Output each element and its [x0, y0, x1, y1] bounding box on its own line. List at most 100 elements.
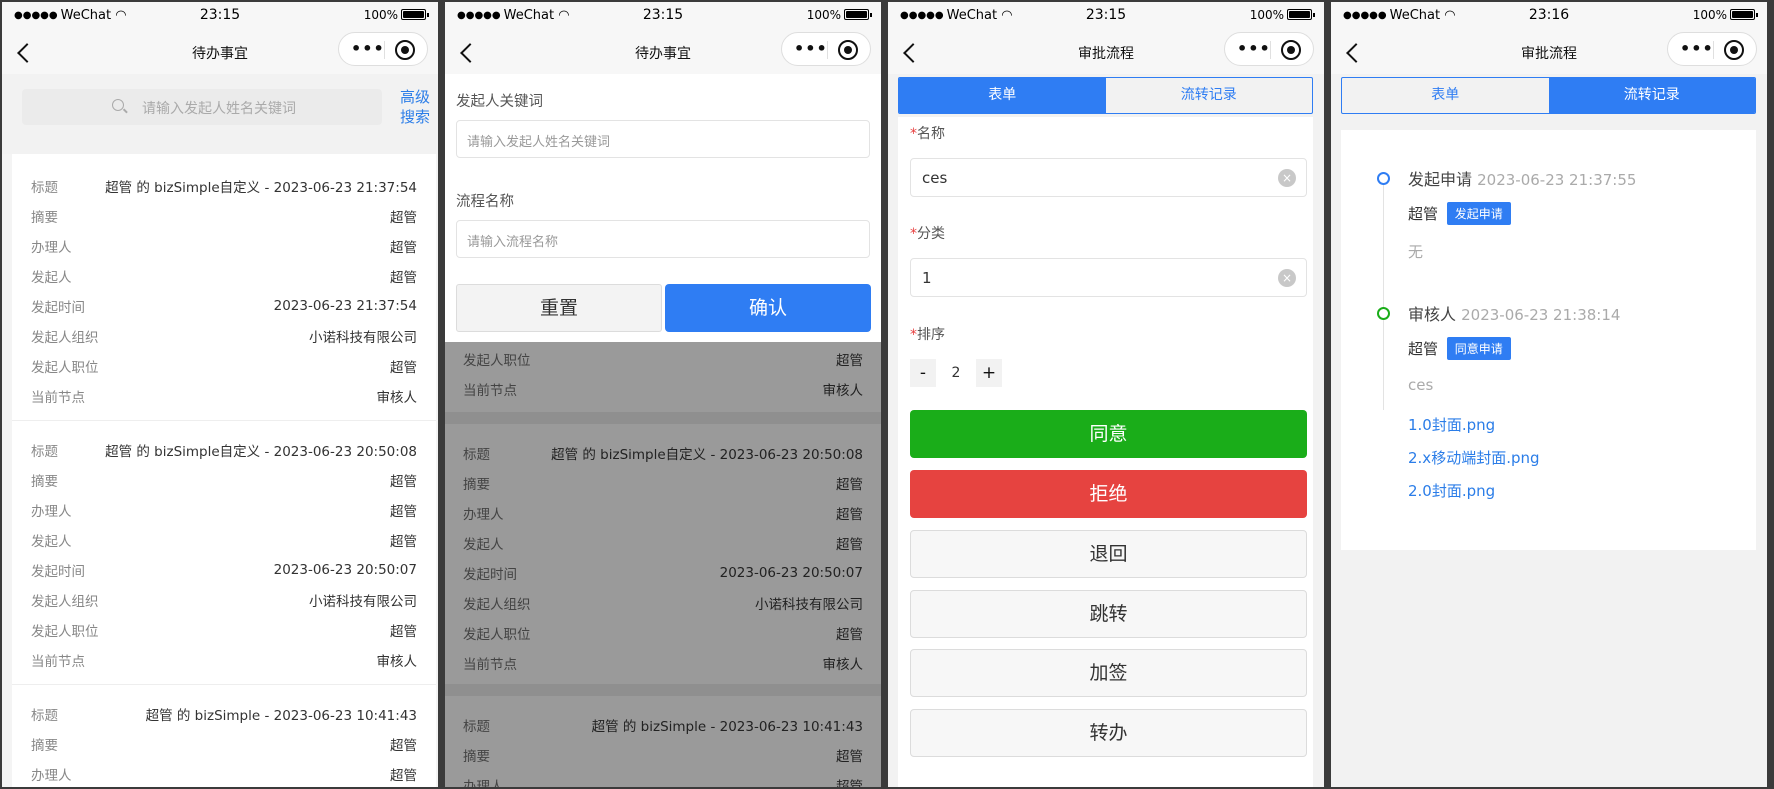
increment-button[interactable]: +	[976, 359, 1002, 387]
timeline-time: 2023-06-23 21:37:55	[1477, 171, 1637, 189]
reject-button[interactable]: 拒绝	[910, 470, 1307, 518]
advanced-search-link[interactable]: 高级搜索	[400, 87, 434, 127]
task-node: 审核人	[376, 654, 418, 670]
timeline-dot-icon	[1377, 172, 1390, 185]
category-label: *分类	[910, 226, 945, 242]
sort-label: *排序	[910, 327, 945, 343]
task-org: 小诺科技有限公司	[309, 594, 417, 610]
task-position: 超管	[390, 360, 417, 376]
nav-bar: 待办事宜 •••	[2, 30, 438, 74]
flow-name-label: 流程名称	[456, 194, 514, 210]
mini-program-capsule: •••	[1667, 32, 1757, 66]
nav-bar: 待办事宜 •••	[445, 30, 881, 74]
task-start-time: 2023-06-23 21:37:54	[273, 298, 417, 314]
task-list: 标题 超管 的 bizSimple自定义 - 2023-06-23 21:37:5…	[12, 154, 436, 787]
task-start-time: 2023-06-23 20:50:07	[719, 565, 863, 581]
field-label: 摘要	[31, 474, 58, 490]
clear-icon[interactable]: ×	[1278, 169, 1296, 187]
attachment-link[interactable]: 1.0封面.png	[1408, 414, 1495, 435]
battery-icon	[401, 9, 429, 20]
more-icon[interactable]: •••	[1680, 39, 1714, 58]
tab-form[interactable]: 表单	[899, 78, 1106, 113]
battery-percent: 100%	[363, 8, 398, 22]
tab-record[interactable]: 流转记录	[1548, 78, 1755, 113]
more-icon[interactable]: •••	[1237, 39, 1271, 58]
add-sign-button[interactable]: 加签	[910, 649, 1307, 697]
attachment-link[interactable]: 2.x移动端封面.png	[1408, 447, 1540, 468]
field-label: 发起时间	[31, 564, 85, 580]
task-position: 超管	[836, 627, 863, 643]
timeline-dot-icon	[1377, 307, 1390, 320]
timeline-node-title: 发起申请 2023-06-23 21:37:55	[1408, 170, 1637, 189]
mini-program-capsule: •••	[1224, 32, 1314, 66]
flow-timeline: 发起申请 2023-06-23 21:37:55 超管 发起申请 无 审核人 2…	[1341, 130, 1756, 550]
search-area: 请输入发起人姓名关键词 高级搜索	[2, 74, 438, 154]
sort-value[interactable]: 2	[936, 359, 976, 387]
jump-button[interactable]: 跳转	[910, 590, 1307, 638]
mini-program-capsule: •••	[338, 32, 428, 66]
task-summary: 超管	[390, 474, 417, 490]
field-label: 摘要	[31, 738, 58, 754]
task-card: 发起人职位 超管 当前节点 审核人	[445, 342, 881, 424]
mini-program-capsule: •••	[781, 32, 871, 66]
field-label: 发起人职位	[463, 353, 531, 369]
field-label: 发起人职位	[463, 627, 531, 643]
task-handler: 超管	[836, 779, 863, 787]
close-mini-program-icon[interactable]	[1724, 40, 1744, 60]
close-mini-program-icon[interactable]	[1281, 40, 1301, 60]
battery-percent: 100%	[1692, 8, 1727, 22]
close-mini-program-icon[interactable]	[838, 40, 858, 60]
required-mark: *	[910, 327, 917, 343]
field-label: 办理人	[31, 504, 72, 520]
tab-form[interactable]: 表单	[1342, 78, 1549, 113]
field-label: 办理人	[463, 779, 504, 787]
task-card[interactable]: 标题 超管 的 bizSimple自定义 - 2023-06-23 21:37:5…	[12, 154, 436, 421]
keyword-input[interactable]: 请输入发起人姓名关键词	[456, 120, 870, 158]
more-icon[interactable]: •••	[794, 39, 828, 58]
return-button[interactable]: 退回	[910, 530, 1307, 578]
transfer-button[interactable]: 转办	[910, 709, 1307, 757]
task-card[interactable]: 标题 超管 的 bizSimple自定义 - 2023-06-23 20:50:0…	[12, 421, 436, 685]
timeline-comment: 无	[1408, 243, 1424, 261]
task-card: 标题 超管 的 bizSimple自定义 - 2023-06-23 20:50:0…	[445, 424, 881, 696]
field-label: 摘要	[31, 210, 58, 226]
field-label: 发起人职位	[31, 360, 99, 376]
timeline-user: 超管 发起申请	[1408, 202, 1511, 225]
clear-icon[interactable]: ×	[1278, 269, 1296, 287]
tab-bar: 表单 流转记录	[898, 77, 1313, 114]
agree-button[interactable]: 同意	[910, 410, 1307, 458]
field-label: 当前节点	[463, 383, 517, 399]
timeline-user: 超管 同意申请	[1408, 337, 1511, 360]
timeline-comment: ces	[1408, 376, 1434, 394]
task-card[interactable]: 标题 超管 的 bizSimple - 2023-06-23 10:41:43 摘…	[12, 685, 436, 787]
task-card: 标题 超管 的 bizSimple - 2023-06-23 10:41:43 摘…	[445, 696, 881, 787]
field-label: 摘要	[463, 477, 490, 493]
reset-button[interactable]: 重置	[456, 284, 662, 332]
decrement-button[interactable]: -	[910, 359, 936, 387]
status-bar: ●●●●● WeChat ◠ 23:15 100%	[445, 2, 881, 30]
task-title: 超管 的 bizSimple自定义 - 2023-06-23 21:37:54	[105, 180, 417, 196]
task-title: 超管 的 bizSimple自定义 - 2023-06-23 20:50:08	[551, 447, 863, 463]
search-placeholder: 请输入发起人姓名关键词	[142, 101, 296, 117]
close-mini-program-icon[interactable]	[395, 40, 415, 60]
task-title: 超管 的 bizSimple自定义 - 2023-06-23 20:50:08	[105, 444, 417, 460]
flow-name-input[interactable]: 请输入流程名称	[456, 220, 870, 258]
name-input[interactable]: ces ×	[910, 158, 1307, 197]
status-badge: 同意申请	[1446, 337, 1511, 360]
tab-record[interactable]: 流转记录	[1106, 78, 1313, 113]
battery-icon	[844, 9, 872, 20]
status-bar: ●●●●● WeChat ◠ 23:16 100%	[1331, 2, 1767, 30]
more-icon[interactable]: •••	[351, 39, 385, 58]
task-initiator: 超管	[836, 537, 863, 553]
task-handler: 超管	[390, 240, 417, 256]
field-label: 标题	[31, 708, 58, 724]
category-input[interactable]: 1 ×	[910, 258, 1307, 297]
dimmed-task-list[interactable]: 发起人职位 超管 当前节点 审核人 标题 超管 的 bizSimple自定义 - 20…	[445, 342, 881, 787]
field-label: 办理人	[463, 507, 504, 523]
field-label: 发起时间	[463, 567, 517, 583]
search-input[interactable]: 请输入发起人姓名关键词	[22, 89, 382, 125]
flow-record-screen: ●●●●● WeChat ◠ 23:16 100% 审批流程 ••• 表单 流转记…	[1331, 2, 1767, 787]
attachment-link[interactable]: 2.0封面.png	[1408, 480, 1495, 501]
confirm-button[interactable]: 确认	[665, 284, 871, 332]
task-summary: 超管	[836, 749, 863, 765]
